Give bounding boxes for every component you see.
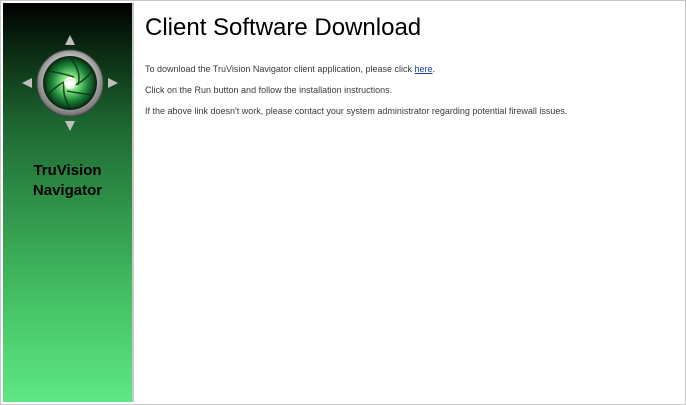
page-title: Client Software Download (145, 14, 422, 41)
download-instruction-text: To download the TruVision Navigator clie… (145, 64, 415, 74)
brand-line-2: Navigator (32, 182, 103, 199)
page-frame: TruVision Navigator Client Software Down… (0, 0, 686, 405)
main-content: Client Software Download To download the… (145, 13, 675, 117)
download-instruction-period: . (432, 64, 436, 74)
download-instruction: To download the TruVision Navigator clie… (145, 64, 675, 75)
brand-name: TruVision Navigator (3, 161, 132, 201)
sidebar: TruVision Navigator (3, 3, 134, 402)
run-instruction: Click on the Run button and follow the i… (145, 85, 393, 95)
brand-line-1: TruVision (33, 162, 102, 179)
download-here-link[interactable]: here (415, 64, 433, 74)
truvision-logo-icon (20, 33, 120, 133)
firewall-note: If the above link doesn't work, please c… (145, 106, 568, 116)
